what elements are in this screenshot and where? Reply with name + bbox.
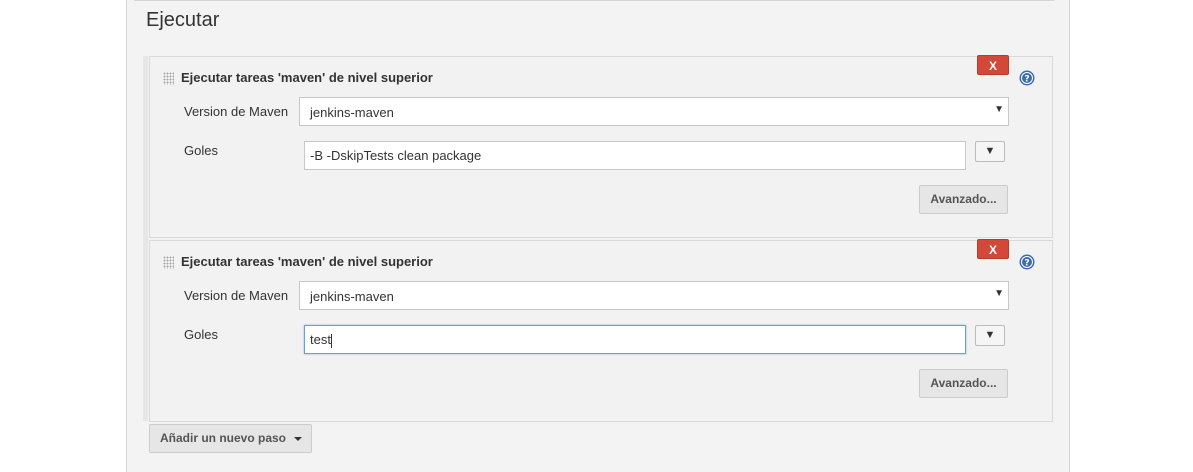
advanced-button[interactable]: Avanzado...: [919, 369, 1008, 398]
maven-version-select[interactable]: jenkins-maven ▼: [299, 281, 1009, 310]
dropdown-arrow-icon: ▼: [994, 288, 1004, 299]
maven-version-select[interactable]: jenkins-maven ▼: [299, 97, 1009, 126]
goals-label: Goles: [184, 143, 218, 158]
add-build-step-button[interactable]: Añadir un nuevo paso: [149, 424, 312, 453]
delete-step-button[interactable]: X: [977, 239, 1009, 259]
build-step-2: Ejecutar tareas 'maven' de nivel superio…: [149, 239, 1053, 422]
section-title: Ejecutar: [146, 9, 220, 31]
maven-version-value: jenkins-maven: [310, 289, 394, 304]
goals-input-value: test: [310, 332, 331, 347]
build-step-1: Ejecutar tareas 'maven' de nivel superio…: [149, 55, 1053, 238]
goals-input[interactable]: test: [304, 325, 966, 354]
goals-input[interactable]: -B -DskipTests clean package: [304, 141, 966, 170]
step-title: Ejecutar tareas 'maven' de nivel superio…: [181, 254, 433, 269]
maven-version-label: Version de Maven: [184, 288, 289, 303]
add-step-label: Añadir un nuevo paso: [160, 431, 287, 445]
drag-handle-icon[interactable]: [163, 256, 174, 269]
maven-version-label: Version de Maven: [184, 104, 289, 119]
dropdown-arrow-icon: ▼: [994, 104, 1004, 115]
svg-text:?: ?: [1024, 75, 1029, 85]
maven-version-value: jenkins-maven: [310, 105, 394, 120]
question-circle-icon[interactable]: ?: [1019, 70, 1035, 86]
advanced-button[interactable]: Avanzado...: [919, 185, 1008, 214]
text-caret: [330, 333, 332, 348]
svg-text:?: ?: [1024, 259, 1029, 269]
expand-textarea-button[interactable]: ▼: [975, 325, 1005, 346]
caret-down-icon: [294, 437, 302, 441]
goals-label: Goles: [184, 327, 218, 342]
question-circle-icon[interactable]: ?: [1019, 254, 1035, 270]
steps-drag-bar: [143, 56, 148, 421]
drag-handle-icon[interactable]: [163, 72, 174, 85]
expand-textarea-button[interactable]: ▼: [975, 141, 1005, 162]
delete-step-button[interactable]: X: [977, 55, 1009, 75]
section-divider: [134, 0, 1054, 1]
step-title: Ejecutar tareas 'maven' de nivel superio…: [181, 70, 433, 85]
